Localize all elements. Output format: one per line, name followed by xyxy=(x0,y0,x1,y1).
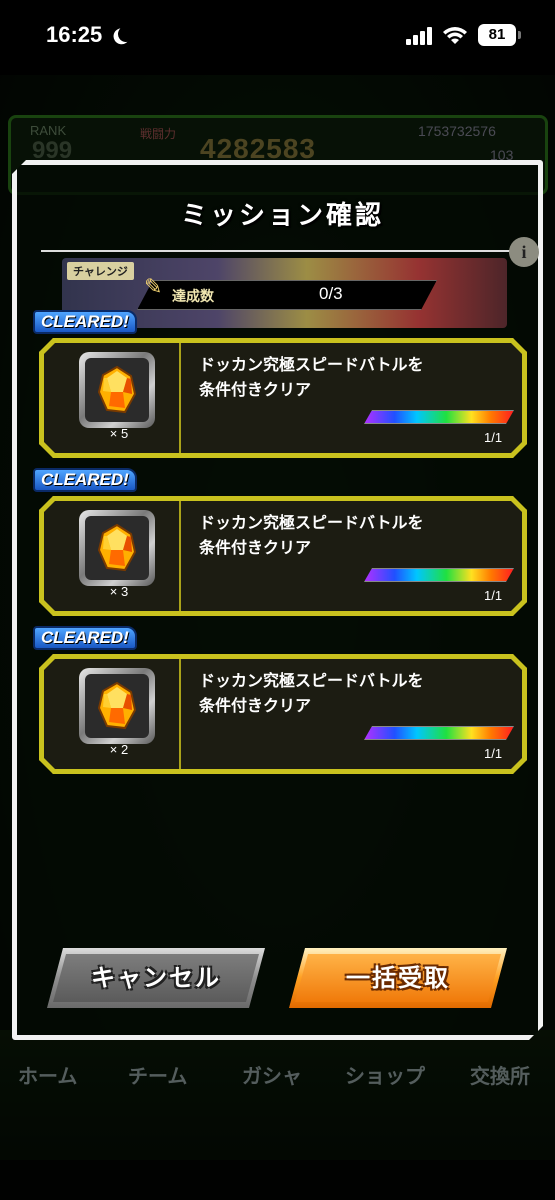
mission-card: CLEARED! × 2 ドッカン究極スピードバトルを 条件付きクリア 1/1 xyxy=(39,654,527,774)
battery-indicator: 81 xyxy=(478,24,516,46)
mission-progress-count: 1/1 xyxy=(484,588,503,603)
cleared-badge: CLEARED! xyxy=(33,468,137,492)
receive-all-button[interactable]: 一括受取 xyxy=(289,948,507,1008)
mission-card-divider xyxy=(179,659,181,769)
reward-icon-bg xyxy=(85,674,149,738)
mission-progress-count: 1/1 xyxy=(484,746,503,761)
cleared-badge: CLEARED! xyxy=(33,310,137,334)
reward-icon-bg xyxy=(85,516,149,580)
challenge-tag: チャレンジ xyxy=(67,262,134,280)
mission-card: CLEARED! × 5 ドッカン究極スピードバトルを 条件付きクリア 1/1 xyxy=(39,338,527,458)
mission-progress-fill xyxy=(365,569,513,581)
mission-confirm-dialog: ミッション確認 チャレンジ i ✎ 達成数 0/3 CLEARED! × 5 ドッカ… xyxy=(12,160,543,1040)
reward-icon-frame xyxy=(79,510,155,586)
reward-icon-frame xyxy=(79,668,155,744)
reward-icon-frame xyxy=(79,352,155,428)
dragon-stone-crystal-icon xyxy=(97,524,137,572)
cancel-button-label: キャンセル xyxy=(91,964,221,992)
mission-description: ドッカン究極スピードバトルを 条件付きクリア xyxy=(199,510,499,560)
mission-description-line2: 条件付きクリア xyxy=(199,380,312,399)
mission-description-line2: 条件付きクリア xyxy=(199,538,312,557)
mission-progress-fill xyxy=(365,727,513,739)
reward-quantity: × 2 xyxy=(109,742,129,757)
mission-card-divider xyxy=(179,343,181,453)
mission-card-divider xyxy=(179,501,181,611)
mission-description: ドッカン究極スピードバトルを 条件付きクリア xyxy=(199,352,499,402)
dialog-title: ミッション確認 xyxy=(180,201,384,231)
mission-description: ドッカン究極スピードバトルを 条件付きクリア xyxy=(199,668,499,718)
status-bar: 16:25 81 xyxy=(0,0,555,75)
wifi-icon xyxy=(443,27,467,44)
reward-icon-bg xyxy=(85,358,149,422)
cancel-button[interactable]: キャンセル xyxy=(47,948,265,1008)
mission-progress-fill xyxy=(365,411,513,423)
mission-progress-bar xyxy=(364,410,514,424)
cellular-signal-icon xyxy=(406,27,434,45)
reward-quantity: × 5 xyxy=(109,426,129,441)
mission-card: CLEARED! × 3 ドッカン究極スピードバトルを 条件付きクリア 1/1 xyxy=(39,496,527,616)
mission-description-line1: ドッカン究極スピードバトルを xyxy=(199,671,424,690)
do-not-disturb-moon-icon xyxy=(117,25,136,44)
mission-description-line1: ドッカン究極スピードバトルを xyxy=(199,513,424,532)
status-time: 16:25 xyxy=(46,22,103,47)
title-divider xyxy=(41,250,524,252)
achievement-label: 達成数 xyxy=(172,289,214,305)
achievement-count: 0/3 xyxy=(319,284,343,303)
receive-all-button-label: 一括受取 xyxy=(346,964,450,992)
dragon-stone-crystal-icon xyxy=(97,682,137,730)
pencil-icon: ✎ xyxy=(144,275,163,300)
dragon-stone-crystal-icon xyxy=(97,366,137,414)
cleared-badge: CLEARED! xyxy=(33,626,137,650)
battery-tip xyxy=(518,31,521,39)
mission-description-line2: 条件付きクリア xyxy=(199,696,312,715)
mission-description-line1: ドッカン究極スピードバトルを xyxy=(199,355,424,374)
mission-progress-count: 1/1 xyxy=(484,430,503,445)
reward-quantity: × 3 xyxy=(109,584,129,599)
mission-progress-bar xyxy=(364,726,514,740)
mission-progress-bar xyxy=(364,568,514,582)
info-button[interactable]: i xyxy=(509,237,539,267)
